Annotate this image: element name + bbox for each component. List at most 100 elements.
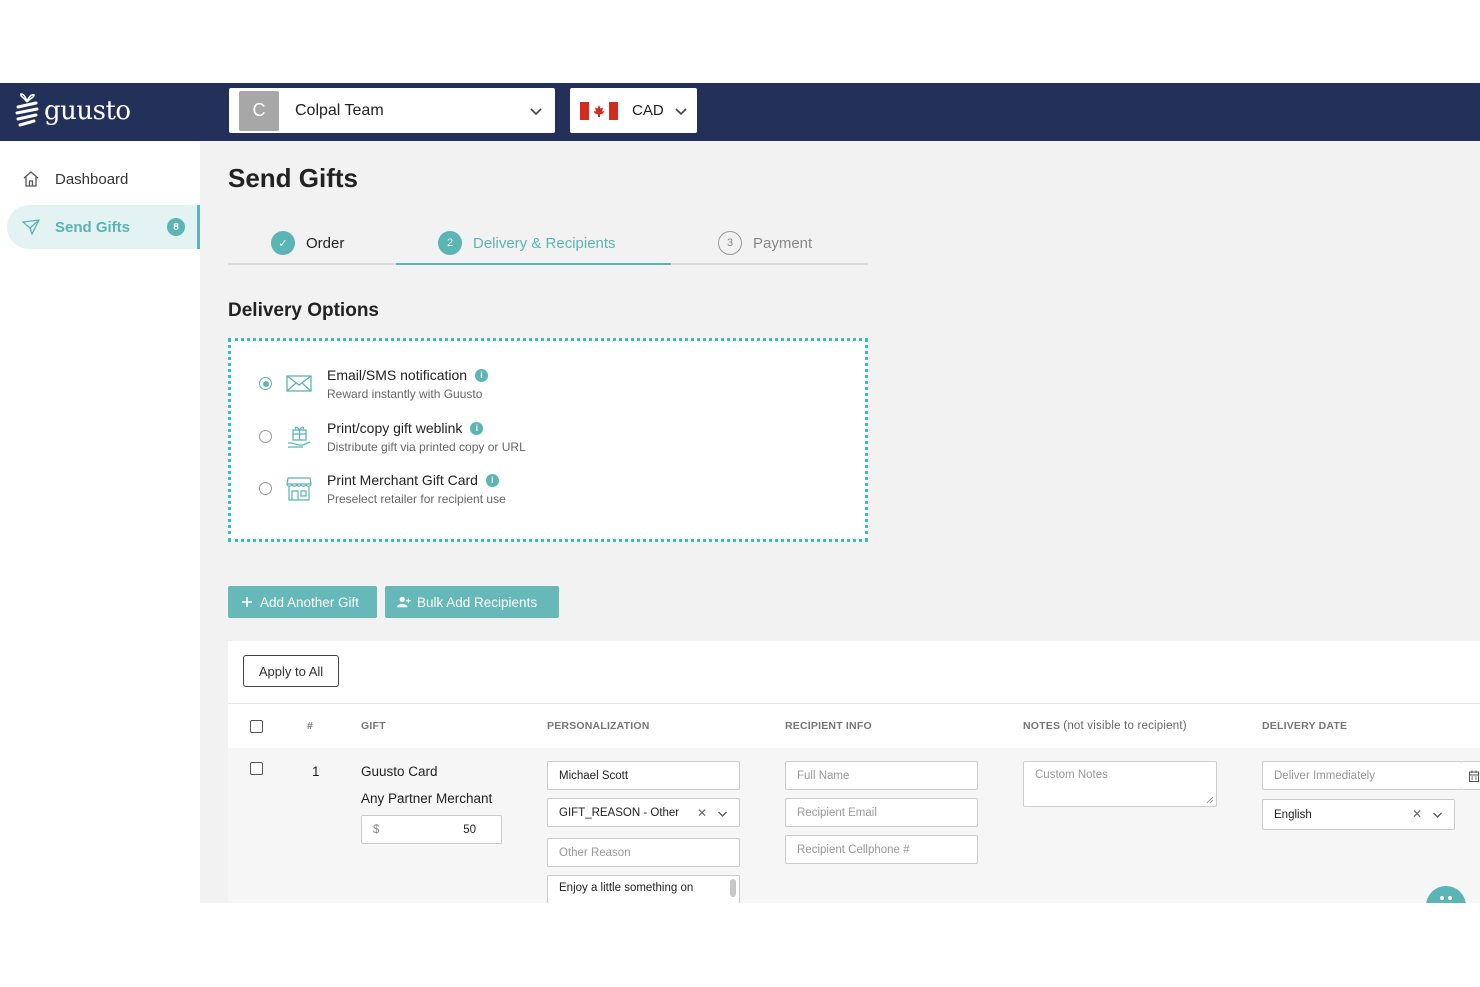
cart-count-badge: 8 [167, 218, 185, 236]
select-controls: ✕ [697, 806, 728, 820]
custom-notes-textarea[interactable]: Custom Notes [1023, 761, 1217, 807]
column-header-number: # [307, 720, 314, 732]
option-subtitle: Reward instantly with Guusto [327, 387, 483, 401]
info-icon[interactable]: i [475, 368, 489, 382]
home-icon [23, 171, 39, 187]
option-title: Print Merchant Gift Card i [327, 472, 499, 488]
option-title: Email/SMS notification i [327, 367, 489, 383]
other-reason-input[interactable]: Other Reason [547, 838, 740, 867]
team-selector[interactable]: C Colpal Team [229, 88, 555, 133]
delivery-option-print-weblink[interactable]: Print/copy gift weblink i Distribute gif… [259, 420, 839, 460]
gift-reason-select[interactable]: GIFT_REASON - Other ✕ [547, 798, 740, 827]
brand-logo[interactable]: guusto [12, 91, 131, 131]
select-value: English [1274, 808, 1312, 821]
recipient-cellphone-input[interactable]: Recipient Cellphone # [785, 835, 978, 864]
input-placeholder: Other Reason [559, 846, 631, 859]
app-frame: guusto C Colpal Team CAD Dashboard Send [0, 83, 1480, 903]
resize-handle-icon[interactable] [1206, 796, 1214, 804]
canada-flag-icon [580, 101, 618, 120]
input-value: Michael Scott [559, 769, 629, 782]
delivery-date-input[interactable]: Deliver Immediately [1262, 761, 1462, 790]
add-user-icon [397, 596, 411, 608]
sidebar-item-send-gifts[interactable]: Send Gifts 8 [7, 205, 200, 249]
calendar-button[interactable] [1461, 761, 1480, 790]
step-label: Payment [753, 234, 813, 252]
table-row: 1 Guusto Card Any Partner Merchant $ 50 … [228, 748, 1480, 903]
storefront-icon [286, 477, 312, 501]
language-select[interactable]: English ✕ [1262, 799, 1455, 830]
column-header-personalization: PERSONALIZATION [547, 720, 650, 732]
info-icon[interactable]: i [470, 421, 484, 435]
gift-amount-input[interactable]: $ 50 [361, 815, 502, 844]
notes-header-hint: (not visible to recipient) [1063, 720, 1187, 732]
table-header-row: # GIFT PERSONALIZATION RECIPIENT INFO NO… [228, 704, 1480, 748]
bulk-add-recipients-button[interactable]: Bulk Add Recipients [385, 586, 559, 618]
button-label: Bulk Add Recipients [417, 594, 538, 610]
option-title-text: Email/SMS notification [327, 367, 468, 383]
gift-merchant: Any Partner Merchant [361, 791, 493, 806]
radio-button-selected[interactable] [259, 377, 272, 390]
chevron-down-icon [718, 811, 727, 817]
sidebar-item-dashboard[interactable]: Dashboard [7, 157, 200, 201]
step-complete-check-icon: ✓ [271, 231, 295, 255]
sender-name-input[interactable]: Michael Scott [547, 761, 740, 790]
radio-button[interactable] [259, 430, 272, 443]
select-controls: ✕ [1412, 807, 1443, 821]
clear-icon[interactable]: ✕ [1412, 807, 1422, 821]
chat-face-icon [1440, 896, 1452, 900]
textarea-value: Enjoy a little something on [559, 882, 694, 894]
option-title-text: Print/copy gift weblink [327, 420, 463, 436]
plus-icon [242, 597, 252, 607]
column-header-notes: NOTES (not visible to recipient) [1023, 720, 1187, 732]
recipients-table: Apply to All # GIFT PERSONALIZATION RECI… [228, 641, 1480, 903]
chevron-down-icon [530, 107, 542, 115]
notes-header-label: NOTES [1023, 720, 1061, 732]
info-icon[interactable]: i [485, 473, 499, 487]
select-all-checkbox[interactable] [250, 720, 263, 733]
scrollbar-thumb[interactable] [730, 879, 736, 897]
team-name: Colpal Team [295, 101, 384, 119]
chevron-down-icon [1433, 812, 1442, 818]
currency-selector[interactable]: CAD [570, 88, 697, 133]
clear-icon[interactable]: ✕ [697, 806, 707, 820]
delivery-option-email-sms[interactable]: Email/SMS notification i Reward instantl… [259, 367, 839, 407]
input-placeholder: Deliver Immediately [1274, 769, 1375, 782]
send-icon [21, 219, 41, 236]
sidebar-item-label: Send Gifts [55, 218, 131, 236]
top-navbar: guusto C Colpal Team CAD [0, 83, 1480, 141]
step-order[interactable]: ✓ Order [271, 231, 344, 255]
brand-wordmark: guusto [44, 96, 131, 126]
guusto-logo-icon [15, 93, 39, 127]
chevron-down-icon [675, 107, 687, 115]
column-header-recipient-info: RECIPIENT INFO [785, 720, 872, 732]
option-title: Print/copy gift weblink i [327, 420, 484, 436]
step-delivery-recipients[interactable]: 2 Delivery & Recipients [438, 231, 616, 255]
input-placeholder: Full Name [797, 769, 850, 782]
option-subtitle: Distribute gift via printed copy or URL [327, 440, 526, 454]
gift-name: Guusto Card [361, 764, 438, 779]
checkout-stepper: ✓ Order 2 Delivery & Recipients 3 Paymen… [228, 223, 868, 265]
column-header-delivery-date: DELIVERY DATE [1262, 720, 1348, 732]
option-subtitle: Preselect retailer for recipient use [327, 492, 506, 506]
page-title: Send Gifts [228, 163, 359, 193]
input-placeholder: Recipient Email [797, 806, 877, 819]
step-label: Delivery & Recipients [473, 234, 616, 252]
envelope-icon [286, 375, 312, 392]
step-payment[interactable]: 3 Payment [718, 231, 812, 255]
step-number: 3 [718, 231, 742, 255]
apply-to-all-button[interactable]: Apply to All [243, 655, 339, 687]
row-number: 1 [312, 764, 320, 779]
recipient-full-name-input[interactable]: Full Name [785, 761, 978, 790]
gift-hand-icon [287, 426, 311, 448]
currency-code: CAD [632, 102, 664, 119]
add-another-gift-button[interactable]: Add Another Gift [228, 586, 377, 618]
delivery-option-merchant-card[interactable]: Print Merchant Gift Card i Preselect ret… [259, 472, 839, 512]
row-checkbox[interactable] [250, 762, 263, 775]
sidebar-item-label: Dashboard [55, 170, 129, 188]
radio-button[interactable] [259, 482, 272, 495]
gift-message-textarea[interactable]: Enjoy a little something on [547, 875, 740, 903]
option-title-text: Print Merchant Gift Card [327, 472, 478, 488]
input-placeholder: Recipient Cellphone # [797, 843, 910, 856]
delivery-options-panel: Email/SMS notification i Reward instantl… [228, 338, 868, 542]
recipient-email-input[interactable]: Recipient Email [785, 798, 978, 827]
